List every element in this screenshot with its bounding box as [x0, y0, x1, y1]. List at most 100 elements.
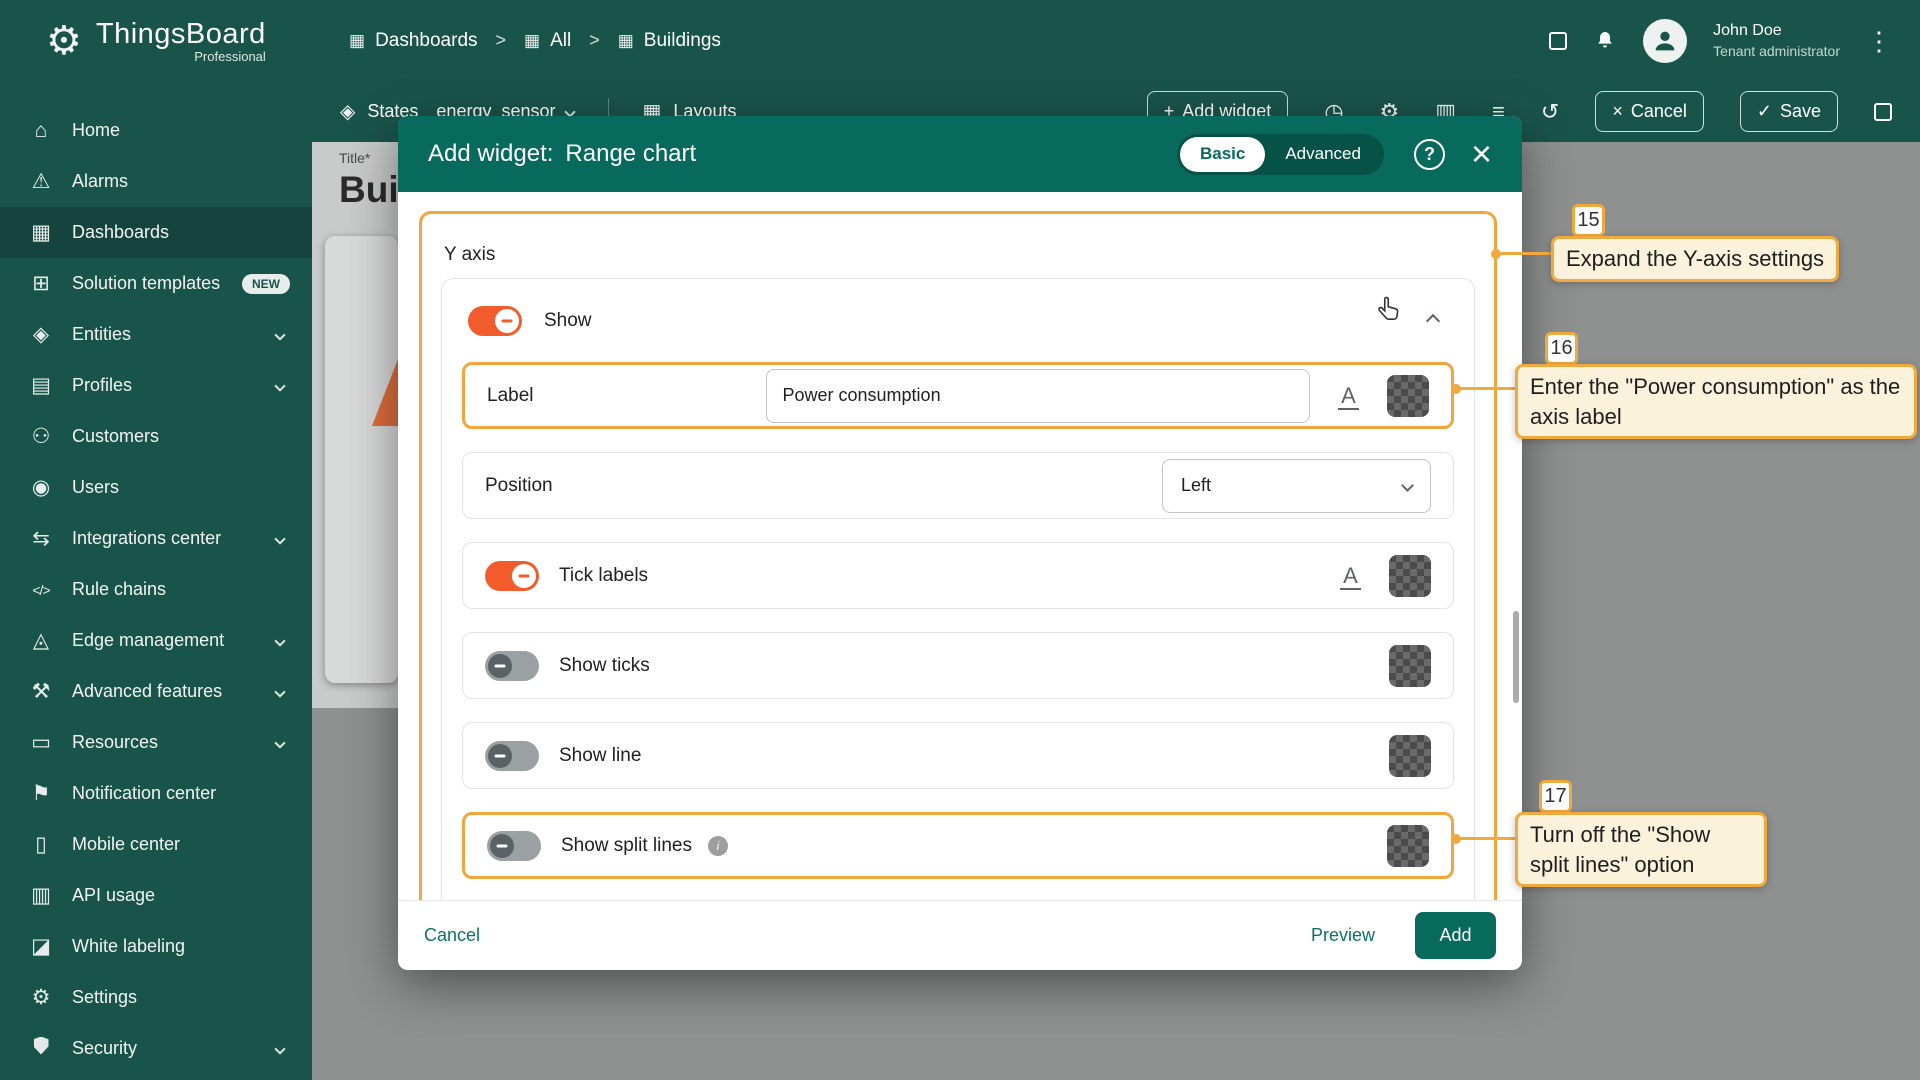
help-icon[interactable]: ? [1413, 138, 1445, 170]
sidebar-item-dashboards[interactable]: ▦ Dashboards [0, 207, 312, 258]
chevron-down-icon [274, 379, 286, 392]
grid-icon: ▦ [524, 30, 541, 50]
advanced-features-icon: ⚒ [31, 680, 51, 703]
position-select[interactable]: Left [1162, 458, 1431, 513]
tick-labels-toggle[interactable] [485, 560, 539, 591]
dashboard-edit-panel: Title* Bui [312, 142, 399, 708]
sidebar-item-label: Alarms [72, 171, 129, 191]
sidebar-item-label: Home [72, 120, 121, 140]
entities-icon: ◈ [32, 323, 50, 346]
sidebar-item-api-usage[interactable]: ▥ API usage [0, 870, 312, 921]
sidebar: ⌂ Home ⚠ Alarms ▦ Dashboards ⊞ Solution … [0, 81, 312, 1080]
sidebar-item-home[interactable]: ⌂ Home [0, 105, 312, 156]
show-line-label: Show line [559, 744, 642, 766]
tick-labels-color-swatch[interactable] [1389, 554, 1431, 597]
preview-button[interactable]: Preview [1311, 925, 1375, 946]
alarm-icon: ⚠ [31, 170, 51, 193]
label-row-title: Label [487, 384, 534, 406]
sidebar-item-customers[interactable]: ⚇ Customers [0, 411, 312, 462]
sidebar-item-mobile-center[interactable]: ▯ Mobile center [0, 819, 312, 870]
add-button[interactable]: Add [1415, 912, 1496, 959]
dialog-footer: Cancel Preview Add [398, 900, 1522, 970]
annotation-step-number: 15 [1572, 204, 1605, 237]
sidebar-item-solution-templates[interactable]: ⊞ Solution templates NEW [0, 258, 312, 309]
show-line-row: Show line [462, 722, 1454, 789]
tab-advanced[interactable]: Advanced [1265, 137, 1381, 172]
chevron-down-icon [274, 634, 286, 647]
api-usage-icon: ▥ [31, 884, 51, 907]
sidebar-item-label: Resources [72, 732, 159, 752]
chevron-down-icon [274, 736, 286, 749]
dialog-scrollbar[interactable] [1513, 611, 1519, 703]
show-split-lines-toggle[interactable] [487, 830, 541, 861]
collapse-chevron-icon[interactable] [1425, 313, 1441, 328]
sidebar-item-label: Settings [72, 987, 138, 1007]
mode-toggle: Basic Advanced [1176, 133, 1384, 175]
save-button[interactable]: ✓ Save [1739, 91, 1838, 132]
tab-basic[interactable]: Basic [1179, 136, 1266, 172]
fullscreen-icon[interactable] [1549, 31, 1568, 50]
cancel-label: Cancel [1630, 101, 1687, 121]
show-label: Show [544, 309, 592, 331]
breadcrumb-all[interactable]: ▦ All [524, 30, 571, 52]
info-icon[interactable]: i [707, 835, 728, 856]
close-icon: × [1612, 101, 1623, 121]
cursor-hand-icon [1378, 296, 1399, 320]
sidebar-item-advanced-features[interactable]: ⚒ Advanced features [0, 666, 312, 717]
sidebar-item-integrations-center[interactable]: ⇆ Integrations center [0, 513, 312, 564]
sidebar-item-security[interactable]: Security [0, 1023, 312, 1074]
dashboard-title-label: Title* [339, 150, 371, 166]
breadcrumb: ▦ Dashboards > ▦ All > ▦ Buildings [349, 30, 721, 52]
font-settings-icon[interactable]: A [1332, 562, 1369, 590]
dialog-cancel-button[interactable]: Cancel [424, 925, 480, 946]
fullscreen-icon[interactable] [1874, 102, 1892, 121]
sidebar-item-profiles[interactable]: ▤ Profiles [0, 360, 312, 411]
version-history-icon[interactable]: ↺ [1541, 99, 1559, 125]
sidebar-item-resources[interactable]: ▭ Resources [0, 717, 312, 768]
chevron-down-icon [274, 328, 286, 341]
customers-icon: ⚇ [31, 425, 51, 448]
solution-templates-icon: ⊞ [32, 272, 50, 295]
sidebar-item-label: Integrations center [72, 528, 222, 548]
font-settings-icon[interactable]: A [1330, 382, 1367, 410]
avatar[interactable] [1643, 18, 1688, 63]
tick-labels-row: Tick labels A [462, 542, 1454, 609]
sidebar-item-label: Solution templates [72, 273, 221, 293]
line-color-swatch[interactable] [1389, 734, 1431, 777]
sidebar-item-edge-management[interactable]: ◬ Edge management [0, 615, 312, 666]
settings-gear-icon: ⚙ [31, 986, 51, 1009]
sidebar-item-white-labeling[interactable]: ◪ White labeling [0, 921, 312, 972]
chevron-down-icon [274, 685, 286, 698]
dialog-title-prefix: Add widget: [428, 140, 554, 167]
show-line-toggle[interactable] [485, 740, 539, 771]
edge-management-icon: ◬ [32, 629, 50, 652]
sidebar-item-rule-chains[interactable]: </> Rule chains [0, 564, 312, 615]
resources-folder-icon: ▭ [31, 731, 51, 754]
close-icon[interactable]: × [1471, 136, 1492, 172]
sidebar-item-notification-center[interactable]: ⚑ Notification center [0, 768, 312, 819]
sidebar-item-label: Profiles [72, 375, 133, 395]
save-label: Save [1779, 101, 1821, 121]
tick-labels-label: Tick labels [559, 564, 649, 586]
sidebar-item-label: Dashboards [72, 222, 170, 242]
show-toggle[interactable] [468, 305, 522, 336]
axis-label-input[interactable] [765, 368, 1310, 423]
cancel-edit-button[interactable]: × Cancel [1595, 91, 1704, 132]
sidebar-item-entities[interactable]: ◈ Entities [0, 309, 312, 360]
grid-icon: ▦ [349, 30, 366, 50]
breadcrumb-dashboards[interactable]: ▦ Dashboards [349, 30, 478, 52]
sidebar-item-users[interactable]: ◉ Users [0, 462, 312, 513]
show-ticks-toggle[interactable] [485, 650, 539, 681]
split-lines-color-swatch[interactable] [1387, 824, 1429, 867]
ticks-color-swatch[interactable] [1389, 644, 1431, 687]
sidebar-item-settings[interactable]: ⚙ Settings [0, 972, 312, 1023]
label-color-swatch[interactable] [1387, 374, 1429, 417]
notifications-bell-icon[interactable] [1593, 29, 1617, 53]
kebab-menu-icon[interactable]: ⋮ [1866, 28, 1892, 54]
dialog-header: Add widget: Range chart Basic Advanced ?… [398, 116, 1522, 192]
breadcrumb-buildings[interactable]: ▦ Buildings [618, 30, 721, 52]
sidebar-item-alarms[interactable]: ⚠ Alarms [0, 156, 312, 207]
annotation-callout: Expand the Y-axis settings [1551, 236, 1840, 282]
app-logo[interactable]: ⚙ ThingsBoard Professional [0, 18, 312, 64]
mobile-icon: ▯ [35, 833, 47, 856]
